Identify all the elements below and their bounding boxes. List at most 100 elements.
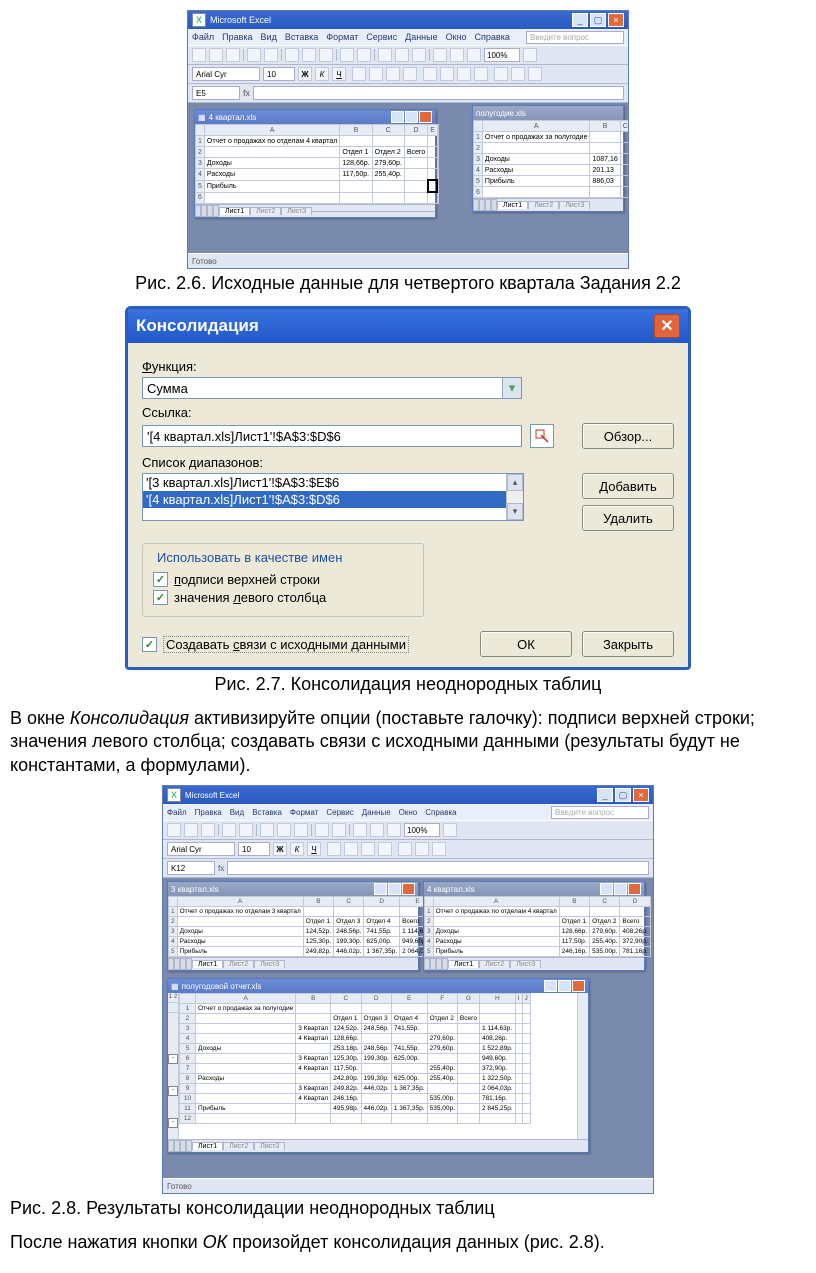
add-button[interactable]: Добавить <box>582 473 674 499</box>
font-size-combo[interactable]: 10 <box>238 842 270 856</box>
toolbar-button[interactable] <box>370 823 384 837</box>
toolbar-button[interactable] <box>192 48 206 62</box>
workbook-titlebar[interactable]: ▦ полугодовой отчет.xls <box>168 979 588 993</box>
sheet-tab[interactable]: Лист3 <box>254 1142 285 1150</box>
format-button[interactable] <box>432 842 446 856</box>
format-button[interactable] <box>494 67 508 81</box>
ok-button[interactable]: ОК <box>480 631 572 657</box>
checkbox-icon[interactable]: ✓ <box>142 637 157 652</box>
format-button[interactable] <box>415 842 429 856</box>
format-button[interactable] <box>474 67 488 81</box>
spreadsheet-grid[interactable]: ABCDE1Отчет о продажах по отделам 3 квар… <box>168 896 436 957</box>
name-box[interactable]: E5 <box>192 86 240 100</box>
menu-item[interactable]: Файл <box>167 808 187 817</box>
menu-item[interactable]: Формат <box>290 808 318 817</box>
formula-input[interactable] <box>253 86 624 100</box>
sheet-tab[interactable]: Лист2 <box>479 960 510 968</box>
minimize-button[interactable] <box>391 111 404 123</box>
toolbar-button[interactable] <box>433 48 447 62</box>
toolbar-button[interactable] <box>264 48 278 62</box>
close-button[interactable] <box>402 883 415 895</box>
tab-nav[interactable] <box>424 958 448 970</box>
toolbar-button[interactable] <box>467 48 481 62</box>
minimize-button[interactable]: _ <box>597 788 613 802</box>
delete-button[interactable]: Удалить <box>582 505 674 531</box>
minimize-button[interactable] <box>374 883 387 895</box>
spreadsheet-grid[interactable]: ABCDE1Отчет о продажах по отделам 4 квар… <box>195 124 438 204</box>
checkbox-create-links[interactable]: ✓ Создавать связи с исходными данными <box>142 636 409 653</box>
align-button[interactable] <box>403 67 417 81</box>
sheet-tab[interactable]: Лист3 <box>281 207 312 215</box>
menu-item[interactable]: Правка <box>222 32 252 42</box>
close-button[interactable]: × <box>633 788 649 802</box>
menu-item[interactable]: Вставка <box>285 32 318 42</box>
toolbar-button[interactable] <box>167 823 181 837</box>
format-button[interactable] <box>423 67 437 81</box>
toolbar-button[interactable] <box>201 823 215 837</box>
scrollbar-vertical[interactable]: ▴ ▾ <box>506 474 523 520</box>
scroll-up-icon[interactable]: ▴ <box>507 474 523 491</box>
toolbar-button[interactable] <box>260 823 274 837</box>
menu-item[interactable]: Вид <box>230 808 244 817</box>
format-button[interactable] <box>327 842 341 856</box>
toolbar-button[interactable] <box>226 48 240 62</box>
menu-item[interactable]: Формат <box>326 32 358 42</box>
menu-item[interactable]: Вставка <box>252 808 282 817</box>
close-button[interactable] <box>419 111 432 123</box>
function-value[interactable] <box>142 377 522 399</box>
sheet-tab[interactable]: Лист1 <box>448 960 479 968</box>
sheet-tab[interactable]: Лист1 <box>497 201 528 209</box>
toolbar-button[interactable] <box>294 823 308 837</box>
font-name-combo[interactable]: Arial Cyr <box>192 67 260 81</box>
toolbar-button[interactable] <box>523 48 537 62</box>
font-size-combo[interactable]: 10 <box>263 67 295 81</box>
format-button[interactable] <box>511 67 525 81</box>
menu-item[interactable]: Окно <box>399 808 418 817</box>
spreadsheet-grid[interactable]: ABCD1Отчет о продажах по отделам 4 кварт… <box>424 896 651 957</box>
scrollbar-vertical[interactable] <box>438 124 439 204</box>
maximize-button[interactable]: ▢ <box>590 13 606 27</box>
toolbar-button[interactable] <box>387 823 401 837</box>
align-button[interactable] <box>369 67 383 81</box>
toolbar-button[interactable] <box>247 48 261 62</box>
minimize-button[interactable] <box>544 980 557 992</box>
workbook-titlebar[interactable]: полугодие.xls <box>473 106 623 120</box>
toolbar-button[interactable] <box>277 823 291 837</box>
function-combo[interactable]: ▾ <box>142 377 522 399</box>
maximize-button[interactable] <box>405 111 418 123</box>
maximize-button[interactable]: ▢ <box>615 788 631 802</box>
checkbox-left-col[interactable]: ✓ значения левого столбца <box>153 590 413 605</box>
menu-item[interactable]: Файл <box>192 32 214 42</box>
toolbar-button[interactable] <box>222 823 236 837</box>
spreadsheet-grid[interactable]: ABCD1Отчет о продажах за полугодие23Дохо… <box>473 120 628 198</box>
toolbar-button[interactable] <box>239 823 253 837</box>
list-item[interactable]: '[4 квартал.xls]Лист1'!$A$3:$D$6 <box>143 491 523 508</box>
sheet-tab[interactable]: Лист3 <box>559 201 590 209</box>
sheet-tab[interactable]: Лист2 <box>528 201 559 209</box>
close-button[interactable] <box>572 980 585 992</box>
workbook-titlebar[interactable]: 3 квартал.xls <box>168 882 418 896</box>
scrollbar-vertical[interactable] <box>577 993 588 1139</box>
font-name-combo[interactable]: Arial Cyr <box>167 842 235 856</box>
minimize-button[interactable]: _ <box>572 13 588 27</box>
menu-item[interactable]: Данные <box>362 808 391 817</box>
fx-label[interactable]: fx <box>243 88 250 98</box>
maximize-button[interactable] <box>558 980 571 992</box>
toolbar-button[interactable] <box>315 823 329 837</box>
toolbar-button[interactable] <box>332 823 346 837</box>
minimize-button[interactable] <box>600 883 613 895</box>
format-button[interactable] <box>398 842 412 856</box>
tab-nav[interactable] <box>195 205 219 217</box>
align-button[interactable] <box>352 67 366 81</box>
outline-column[interactable]: 1 2--- <box>168 993 179 1139</box>
reference-input[interactable] <box>142 425 522 447</box>
toolbar-button[interactable] <box>319 48 333 62</box>
toolbar-button[interactable] <box>209 48 223 62</box>
menu-item[interactable]: Справка <box>475 32 510 42</box>
underline-button[interactable]: Ч <box>332 67 346 81</box>
menu-item[interactable]: Сервис <box>326 808 353 817</box>
toolbar-button[interactable] <box>395 48 409 62</box>
format-button[interactable] <box>344 842 358 856</box>
sheet-tab[interactable]: Лист2 <box>250 207 281 215</box>
workbook-titlebar[interactable]: 4 квартал.xls <box>424 882 644 896</box>
